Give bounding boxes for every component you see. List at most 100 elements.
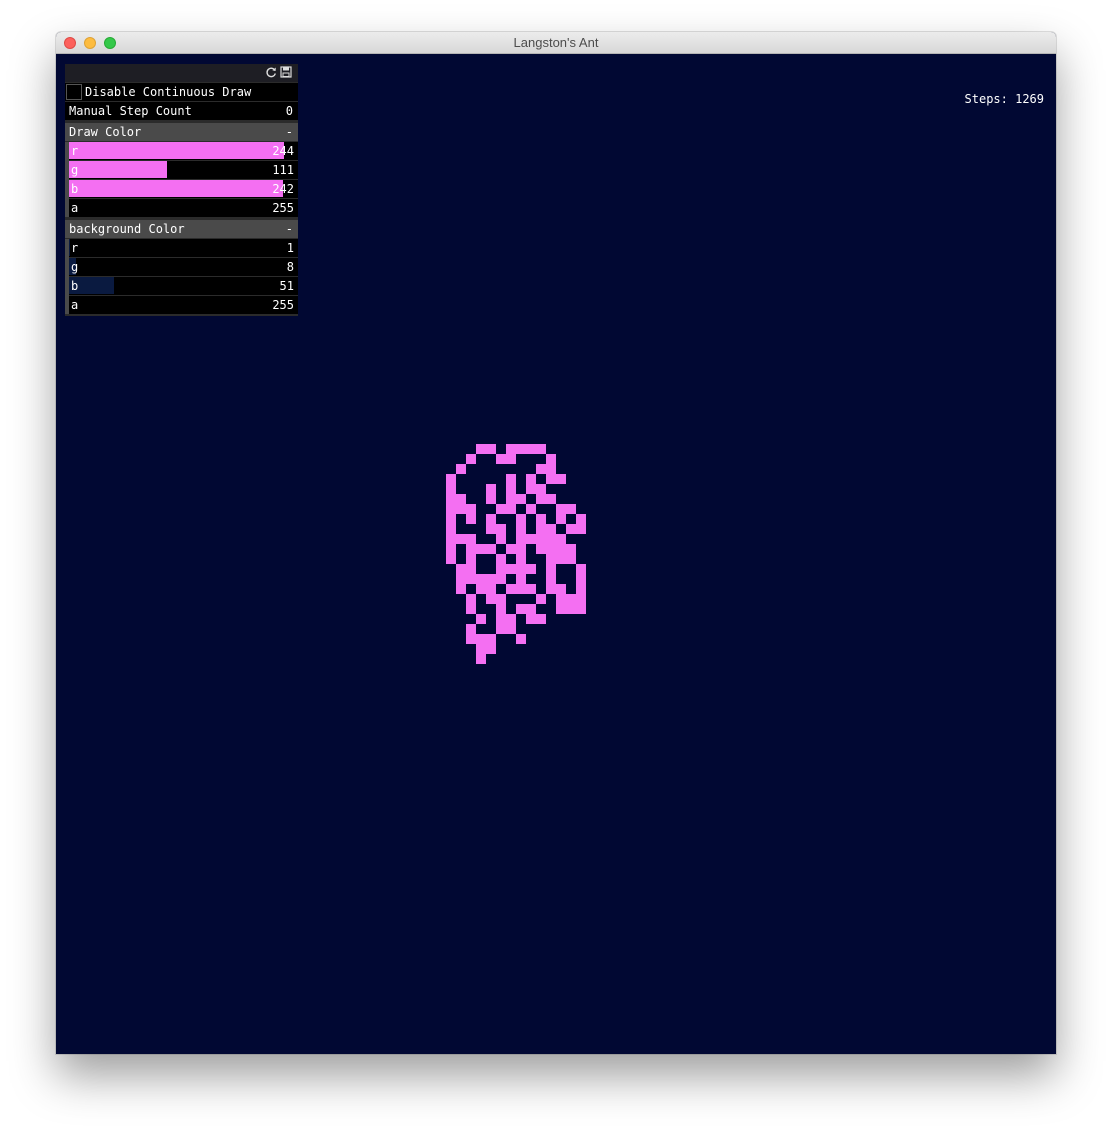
ant-cell [476,544,486,554]
title-bar: Langston's Ant [56,32,1056,54]
ant-cell [516,544,526,554]
ant-cell [506,624,516,634]
collapse-button[interactable]: - [286,220,293,238]
slider-value: 242 [272,182,294,196]
draw-color-slider-b[interactable]: b 242 [69,180,298,198]
slider-value: 255 [272,298,294,312]
ant-cell [576,604,586,614]
disable-continuous-draw-toggle[interactable]: Disable Continuous Draw [65,83,298,101]
gui-panel: Disable Continuous Draw Manual Step Coun… [65,64,298,316]
collapse-button[interactable]: - [286,123,293,141]
ant-cell [526,444,536,454]
manual-step-count-field[interactable]: Manual Step Count 0 [65,102,298,120]
slider-fill [69,161,167,178]
ant-cell [526,534,536,544]
ant-cell [506,564,516,574]
slider-value: 51 [279,279,294,293]
ant-cell [456,494,466,504]
ant-cell [506,504,516,514]
background-color-slider-b[interactable]: b 51 [69,277,298,295]
ant-cell [556,544,566,554]
ant-cell [566,554,576,564]
ant-cell [486,584,496,594]
background-color-group-header[interactable]: background Color - [65,220,298,238]
ant-cell [506,444,516,454]
ant-cell [546,584,556,594]
ant-cell [466,544,476,554]
background-color-slider-r[interactable]: r1 [69,239,298,257]
ant-cell [516,604,526,614]
save-icon[interactable] [280,66,292,78]
ant-cell [516,444,526,454]
slider-value: 1 [286,241,294,255]
ant-cell [506,584,516,594]
ant-cell [496,524,506,534]
ant-cell [516,514,526,524]
ant-cell [536,494,546,504]
ant-cell [506,454,516,464]
ant-cell [446,534,456,544]
slider-value: 255 [272,201,294,215]
ant-cell [536,594,546,604]
ant-cell [466,604,476,614]
ant-cell [556,584,566,594]
ant-cell [486,574,496,584]
background-color-slider-a[interactable]: a 255 [69,296,298,314]
ant-cell [456,504,466,514]
app-window: Langston's Ant Steps: 1269 Disable Conti… [56,32,1056,1054]
ant-cell [456,534,466,544]
ant-cell [506,614,516,624]
ant-cell [536,464,546,474]
ant-cell [576,524,586,534]
draw-color-slider-r[interactable]: r 244 [69,142,298,160]
ant-cell [566,594,576,604]
ant-cell [446,494,456,504]
ant-cell [496,534,506,544]
ant-cell [566,504,576,514]
ant-cell [576,594,586,604]
background-color-slider-g[interactable]: g8 [69,258,298,276]
ant-cell [496,624,506,634]
ant-cell [496,504,506,514]
checkbox[interactable] [66,84,82,100]
draw-color-slider-g[interactable]: g 111 [69,161,298,179]
field-label: Manual Step Count [69,104,192,118]
slider-value: 244 [272,144,294,158]
refresh-icon[interactable] [265,66,277,78]
ant-cell [526,484,536,494]
draw-color-group-header[interactable]: Draw Color - [65,123,298,141]
ant-cell [546,554,556,564]
slider-label: g [71,163,79,177]
ant-cell [566,604,576,614]
field-value: 0 [285,104,293,118]
ant-cell [526,584,536,594]
ant-cell [476,644,486,654]
ant-cell [496,454,506,464]
ant-cell [506,544,516,554]
ant-cell [526,564,536,574]
ant-cell [446,504,456,514]
ant-cell [466,514,476,524]
ant-cell [556,534,566,544]
gui-panel-header[interactable] [65,64,298,82]
ant-cell [526,604,536,614]
ant-cell [456,574,466,584]
ant-cell [466,624,476,634]
ant-cell [576,564,586,574]
toggle-label: Disable Continuous Draw [85,85,252,99]
slider-value: 8 [286,260,294,274]
ant-cell [456,564,466,574]
draw-color-slider-a[interactable]: a 255 [69,199,298,217]
ant-cell [576,514,586,524]
draw-color-sliders: r 244 g 111 b 242 a 255 [65,142,298,217]
ant-cell [546,454,556,464]
ant-cell [556,514,566,524]
ant-cell [486,444,496,454]
ant-cell [526,474,536,484]
background-color-sliders: r 1 g 8 b 51 a 255 [65,239,298,314]
ant-cell [486,644,496,654]
ant-cell [446,474,456,484]
simulation-canvas[interactable]: Steps: 1269 Disable Continuous Draw Manu… [56,54,1056,1054]
ant-cell [466,504,476,514]
ant-cell [536,544,546,554]
